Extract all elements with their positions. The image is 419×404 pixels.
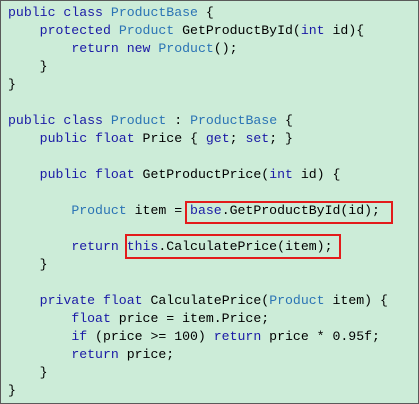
- keyword-token: float: [102, 293, 143, 308]
- keyword-token: float: [95, 167, 135, 182]
- keyword-token: protected: [39, 23, 111, 38]
- type-token: Product: [110, 113, 167, 128]
- keyword-token: class: [63, 5, 103, 20]
- type-token: Product: [71, 203, 127, 218]
- code-token: }: [8, 59, 48, 74]
- code-line: private float CalculatePrice(Product ite…: [8, 292, 388, 310]
- keyword-token: return: [71, 41, 119, 56]
- code-token: }: [8, 77, 16, 92]
- code-token: CalculatePrice(: [142, 293, 270, 308]
- code-line: return price;: [8, 346, 388, 364]
- keyword-token: public: [39, 131, 88, 146]
- code-line: }: [8, 382, 388, 400]
- code-token: ;: [229, 131, 246, 146]
- code-line: protected Product GetProductById(int id)…: [8, 22, 388, 40]
- keyword-token: set: [245, 131, 270, 146]
- code-line: public float GetProductPrice(int id) {: [8, 166, 388, 184]
- code-token: ();: [213, 41, 238, 56]
- keyword-token: private: [39, 293, 96, 308]
- code-line: float price = item.Price;: [8, 310, 388, 328]
- keyword-token: if: [71, 329, 88, 344]
- code-token: GetProductById(: [174, 23, 301, 38]
- code-line: }: [8, 76, 388, 94]
- code-token: price * 0.95f;: [261, 329, 380, 344]
- code-token: .CalculatePrice(item);: [158, 239, 333, 254]
- code-line: }: [8, 364, 388, 382]
- keyword-token: get: [205, 131, 230, 146]
- code-token: price;: [118, 347, 175, 362]
- code-token: item) {: [324, 293, 388, 308]
- code-token: }: [8, 365, 48, 380]
- code-line: public class Product : ProductBase {: [8, 112, 388, 130]
- type-token: Product: [158, 41, 214, 56]
- keyword-token: float: [71, 311, 111, 326]
- keyword-token: this: [126, 239, 159, 254]
- keyword-token: new: [126, 41, 151, 56]
- keyword-token: class: [63, 113, 103, 128]
- type-token: Product: [118, 23, 175, 38]
- code-token: .GetProductById(id);: [221, 203, 380, 218]
- code-panel: public class ProductBase { protected Pro…: [0, 0, 419, 404]
- code-line: public float Price { get; set; }: [8, 130, 388, 148]
- code-listing: public class ProductBase { protected Pro…: [8, 4, 388, 400]
- code-token: (price >= 100): [87, 329, 214, 344]
- keyword-token: float: [95, 131, 135, 146]
- keyword-token: return: [71, 239, 119, 254]
- code-token: }: [8, 383, 16, 398]
- code-line: public class ProductBase {: [8, 4, 388, 22]
- keyword-token: int: [300, 23, 325, 38]
- keyword-token: public: [39, 167, 88, 182]
- keyword-token: return: [71, 347, 119, 362]
- type-token: ProductBase: [110, 5, 198, 20]
- code-line: Product item = base.GetProductById(id);: [8, 202, 388, 220]
- code-token: ; }: [269, 131, 293, 146]
- keyword-token: int: [269, 167, 293, 182]
- keyword-token: return: [213, 329, 262, 344]
- code-token: id){: [324, 23, 365, 38]
- code-line: }: [8, 58, 388, 76]
- code-token: id) {: [292, 167, 341, 182]
- code-token: Price {: [134, 131, 206, 146]
- code-token: {: [197, 5, 214, 20]
- code-token: price = item.Price;: [110, 311, 270, 326]
- code-line: return new Product();: [8, 40, 388, 58]
- keyword-token: public: [8, 5, 56, 20]
- code-token: item =: [126, 203, 191, 218]
- keyword-token: public: [8, 113, 56, 128]
- code-token: GetProductPrice(: [134, 167, 270, 182]
- code-line: return this.CalculatePrice(item);: [8, 238, 388, 256]
- type-token: ProductBase: [190, 113, 278, 128]
- code-token: {: [277, 113, 293, 128]
- code-line: if (price >= 100) return price * 0.95f;: [8, 328, 388, 346]
- code-token: :: [166, 113, 191, 128]
- code-token: }: [8, 257, 48, 272]
- type-token: Product: [269, 293, 325, 308]
- code-line: }: [8, 256, 388, 274]
- keyword-token: base: [190, 203, 222, 218]
